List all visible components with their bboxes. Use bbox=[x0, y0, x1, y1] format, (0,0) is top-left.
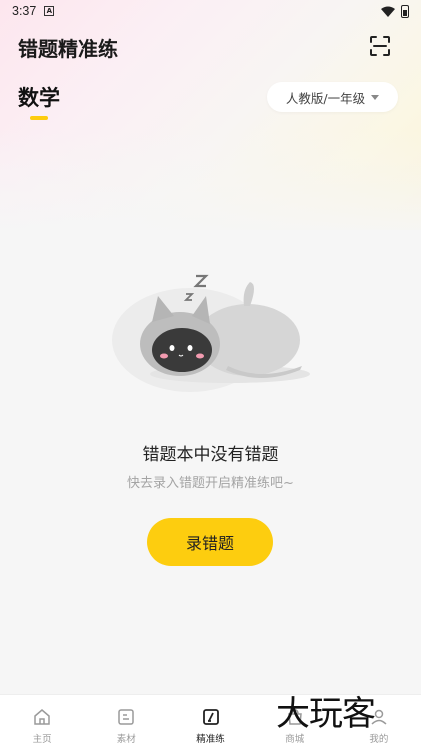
scan-button[interactable] bbox=[368, 34, 392, 58]
practice-icon bbox=[202, 709, 219, 725]
nav-label-home: 主页 bbox=[32, 734, 52, 745]
material-icon bbox=[118, 709, 135, 725]
scan-icon bbox=[370, 36, 390, 56]
nav-item-practice[interactable]: 精准练 bbox=[168, 695, 252, 750]
nav-label-practice: 精准练 bbox=[196, 734, 225, 745]
grade-selector[interactable]: 人教版/一年级 bbox=[267, 82, 398, 112]
tab-active-indicator bbox=[30, 116, 48, 120]
sleeping-cat-illustration bbox=[112, 274, 310, 392]
watermark-logo: 大玩客 bbox=[276, 694, 376, 734]
empty-state-subtitle: 快去录入错题开启精准练吧~ bbox=[127, 476, 294, 491]
notification-icon: A bbox=[44, 6, 55, 16]
nav-label-material: 素材 bbox=[116, 734, 136, 745]
nav-item-material[interactable]: 素材 bbox=[84, 695, 168, 750]
battery-icon bbox=[401, 4, 409, 18]
tab-math[interactable]: 数学 bbox=[18, 82, 60, 112]
status-time: 3:37 bbox=[12, 4, 37, 18]
caret-down-icon bbox=[371, 94, 380, 100]
home-icon bbox=[34, 709, 50, 725]
nav-item-home[interactable]: 主页 bbox=[0, 695, 84, 750]
status-bar: 3:37 A bbox=[0, 0, 421, 22]
status-indicators bbox=[381, 4, 409, 18]
grade-selector-value: 人教版/一年级 bbox=[285, 90, 366, 106]
wifi-icon bbox=[381, 6, 395, 17]
header-background-fade bbox=[0, 130, 421, 240]
page-title: 错题精准练 bbox=[18, 37, 118, 61]
empty-state-title: 错题本中没有错题 bbox=[142, 445, 279, 465]
record-mistake-button[interactable]: 录错题 bbox=[147, 518, 273, 566]
